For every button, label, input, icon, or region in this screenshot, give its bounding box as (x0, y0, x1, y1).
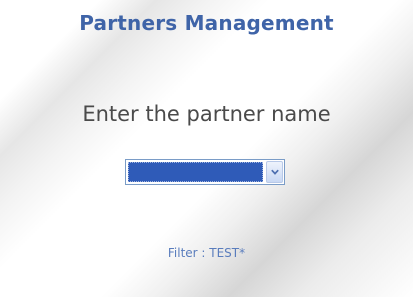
chevron-down-icon (270, 169, 279, 175)
partners-panel: Partners Management Enter the partner na… (0, 0, 413, 297)
page-title: Partners Management (79, 11, 334, 35)
dropdown-button[interactable] (266, 161, 283, 183)
partner-name-select[interactable] (125, 159, 285, 185)
partner-name-label: Enter the partner name (82, 102, 331, 126)
partner-select-value (128, 162, 263, 182)
filter-text: Filter : TEST* (167, 246, 246, 260)
